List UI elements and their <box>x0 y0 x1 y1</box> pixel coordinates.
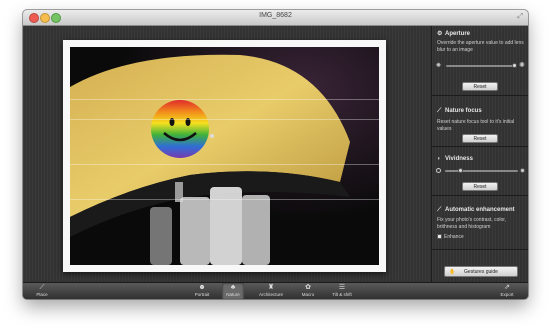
fullscreen-icon[interactable]: ⤢ <box>517 13 523 21</box>
vividness-min-icon <box>436 168 441 173</box>
tree-icon: ♣ <box>230 284 236 291</box>
bottom-toolbar: ⟋ Place ☻ Portrait ♣ Nature ♜ Architectu… <box>23 282 528 299</box>
wand-icon: ⟋ <box>39 284 45 291</box>
aperture-large-icon: ✺ <box>519 62 525 69</box>
app-window: IMG_8682 ⤢ ⚙ Aperture Override the apert… <box>23 10 528 299</box>
nature-focus-heading: ⟋ Nature focus <box>437 108 482 115</box>
vividness-heading: ◗ Vividness <box>437 156 473 162</box>
photo-image[interactable] <box>70 47 379 265</box>
photo-artwork <box>70 47 379 265</box>
toolbar-tilt-shift-label: Tilt & shift <box>332 292 352 297</box>
enhance-checkbox[interactable] <box>437 234 442 239</box>
flower-icon: ✿ <box>305 284 311 291</box>
toolbar-tilt-shift-button[interactable]: ☰ Tilt & shift <box>328 283 356 299</box>
enhance-checkbox-label[interactable]: Enhance <box>444 234 464 240</box>
person-icon: ☻ <box>198 284 206 291</box>
vividness-slider-knob[interactable] <box>458 168 463 173</box>
photo-canvas <box>23 26 431 282</box>
aperture-icon: ⚙ <box>437 31 443 37</box>
auto-enhancement-panel: ⟋ Automatic enhancement Fix your photo's … <box>432 196 528 250</box>
toolbar-nature-button[interactable]: ♣ Nature <box>222 283 244 299</box>
vividness-slider-track[interactable] <box>445 170 518 172</box>
export-icon: ⇗ <box>504 284 510 291</box>
toolbar-architecture-button[interactable]: ♜ Architecture <box>255 283 287 299</box>
stack-icon: ☰ <box>338 284 346 291</box>
nature-focus-panel: ⟋ Nature focus Reset nature focus tool to… <box>432 96 528 147</box>
gestures-guide-button[interactable]: ✋ Gestures guide <box>444 266 518 277</box>
aperture-small-icon: ✺ <box>436 63 442 69</box>
gestures-guide-label: Gestures guide <box>464 269 498 275</box>
nature-focus-title: Nature focus <box>445 108 482 114</box>
toolbar-macro-label: Macro <box>301 292 315 297</box>
title-bar: IMG_8682 ⤢ <box>23 10 528 26</box>
vividness-panel: ◗ Vividness Reset <box>432 147 528 196</box>
drop-icon: ◗ <box>437 156 441 162</box>
vividness-reset-button[interactable]: Reset <box>462 182 498 191</box>
aperture-reset-button[interactable]: Reset <box>462 82 498 91</box>
composition-guide-line <box>70 99 379 100</box>
toolbar-nature-label: Nature <box>226 292 240 297</box>
nature-focus-description: Reset nature focus tool to it's initial … <box>437 119 515 132</box>
toolbar-portrait-button[interactable]: ☻ Portrait <box>191 283 213 299</box>
composition-guide-line <box>70 164 379 165</box>
toolbar-place-button[interactable]: ⟋ Place <box>31 283 53 299</box>
adjustments-sidebar: ⚙ Aperture Override the aperture value to… <box>431 26 528 282</box>
toolbar-export-label: Export <box>500 292 514 297</box>
composition-guide-line <box>70 119 379 120</box>
vividness-max-icon <box>520 168 525 173</box>
vividness-title: Vividness <box>445 156 473 162</box>
aperture-title: Aperture <box>445 31 471 37</box>
composition-guide-line <box>70 199 379 200</box>
building-icon: ♜ <box>267 284 275 291</box>
auto-enhancement-title: Automatic enhancement <box>445 207 515 213</box>
toolbar-export-button[interactable]: ⇗ Export <box>495 283 519 299</box>
nature-focus-reset-button[interactable]: Reset <box>462 134 498 143</box>
toolbar-macro-button[interactable]: ✿ Macro <box>297 283 319 299</box>
aperture-slider-knob[interactable] <box>512 63 517 68</box>
toolbar-portrait-label: Portrait <box>194 292 210 297</box>
wand-icon: ⟋ <box>437 207 442 213</box>
aperture-slider-track[interactable] <box>446 65 516 67</box>
aperture-description: Override the aperture value to add lens … <box>437 40 524 53</box>
wand-icon: ⟋ <box>437 108 442 114</box>
photo-frame <box>63 40 386 272</box>
toolbar-architecture-label: Architecture <box>258 292 283 297</box>
toolbar-place-label: Place <box>36 292 48 297</box>
auto-enhancement-heading: ⟋ Automatic enhancement <box>437 207 515 214</box>
auto-enhancement-description: Fix your photo's contrast, color, brithn… <box>437 217 507 230</box>
aperture-heading: ⚙ Aperture <box>437 30 470 37</box>
window-title: IMG_8682 <box>259 12 292 19</box>
aperture-panel: ⚙ Aperture Override the aperture value to… <box>432 26 528 96</box>
